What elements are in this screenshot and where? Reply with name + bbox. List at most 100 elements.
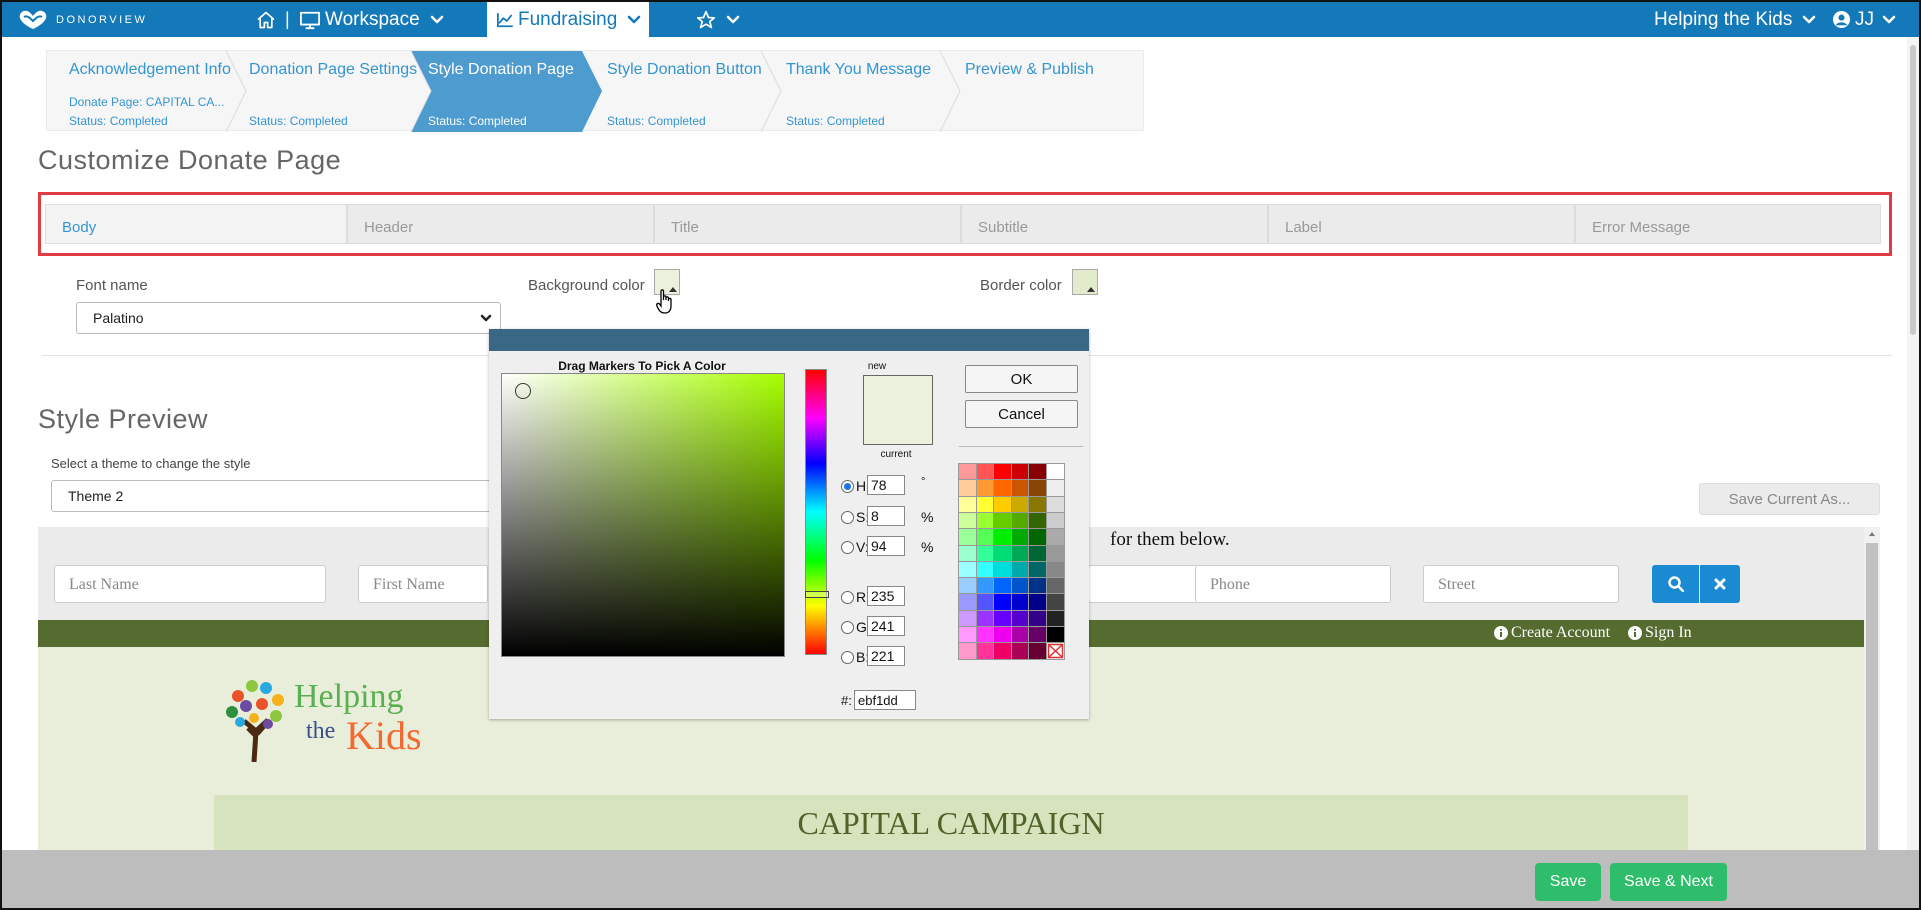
palette-swatch[interactable]: [958, 544, 977, 563]
color-picker-titlebar[interactable]: [489, 329, 1089, 351]
save-button[interactable]: Save: [1535, 863, 1601, 901]
palette-swatch[interactable]: [1010, 511, 1030, 530]
green-input[interactable]: 241: [867, 616, 905, 636]
saturation-input[interactable]: 8: [867, 506, 905, 526]
palette-swatch[interactable]: [1045, 560, 1065, 579]
wizard-step-preview-publish[interactable]: Preview & Publish: [943, 51, 1133, 132]
palette-swatch[interactable]: [958, 528, 977, 547]
sv-marker[interactable]: [515, 383, 531, 399]
palette-swatch[interactable]: [1010, 560, 1030, 579]
palette-swatch[interactable]: [1045, 626, 1065, 644]
page-scrollbar-thumb[interactable]: [1910, 45, 1916, 335]
palette-swatch[interactable]: [975, 528, 995, 547]
tab-subtitle[interactable]: Subtitle: [961, 204, 1268, 244]
theme-select[interactable]: Theme 2: [51, 480, 501, 512]
picker-ok-button[interactable]: OK: [965, 365, 1078, 393]
palette-swatch[interactable]: [1010, 593, 1030, 612]
saturation-radio[interactable]: [841, 510, 854, 524]
palette-swatch[interactable]: [1028, 560, 1047, 579]
red-radio[interactable]: [841, 590, 854, 604]
palette-swatch[interactable]: [993, 609, 1012, 628]
palette-swatch[interactable]: [958, 560, 977, 579]
tab-title[interactable]: Title: [654, 204, 961, 244]
tab-header[interactable]: Header: [347, 204, 654, 244]
palette-swatch[interactable]: [1045, 577, 1065, 596]
palette-swatch[interactable]: [1010, 495, 1030, 514]
first-name-input[interactable]: First Name: [358, 565, 488, 603]
hue-input[interactable]: 78: [867, 475, 905, 495]
palette-swatch[interactable]: [1028, 577, 1047, 596]
hex-input[interactable]: ebf1dd: [854, 690, 916, 710]
palette-swatch[interactable]: [1028, 544, 1047, 563]
last-name-input[interactable]: Last Name: [54, 565, 326, 603]
palette-swatch[interactable]: [1010, 463, 1030, 481]
palette-swatch[interactable]: [975, 626, 995, 644]
wizard-step-acknowledgement[interactable]: Acknowledgement Info Donate Page: CAPITA…: [47, 51, 237, 132]
hue-radio[interactable]: [841, 479, 854, 493]
palette-swatch[interactable]: [958, 463, 977, 481]
hue-marker[interactable]: [805, 591, 829, 598]
workspace-menu[interactable]: Workspace: [299, 2, 444, 37]
palette-swatch[interactable]: [958, 495, 977, 514]
palette-swatch[interactable]: [993, 626, 1012, 644]
palette-swatch[interactable]: [1045, 495, 1065, 514]
palette-swatch[interactable]: [1045, 479, 1065, 498]
palette-swatch[interactable]: [993, 642, 1012, 661]
wizard-step-style-donation-page[interactable]: Style Donation Page Status: Completed: [406, 51, 591, 132]
brand-logo[interactable]: DONORVIEW: [16, 2, 147, 37]
palette-swatch[interactable]: [975, 560, 995, 579]
no-color-swatch[interactable]: [1045, 642, 1065, 661]
palette-swatch[interactable]: [993, 528, 1012, 547]
clear-search-button[interactable]: [1700, 565, 1740, 603]
tab-error-message[interactable]: Error Message: [1575, 204, 1881, 244]
palette-swatch[interactable]: [1010, 609, 1030, 628]
palette-swatch[interactable]: [1010, 577, 1030, 596]
create-account-link[interactable]: Create Account: [1494, 624, 1610, 642]
palette-swatch[interactable]: [975, 642, 995, 661]
phone-input[interactable]: Phone: [1195, 565, 1391, 603]
preview-scrollbar[interactable]: [1864, 527, 1880, 852]
border-color-swatch[interactable]: [1072, 269, 1098, 295]
home-button[interactable]: [256, 2, 276, 37]
palette-swatch[interactable]: [1010, 544, 1030, 563]
palette-swatch[interactable]: [958, 593, 977, 612]
palette-swatch[interactable]: [1010, 479, 1030, 498]
palette-swatch[interactable]: [958, 511, 977, 530]
palette-swatch[interactable]: [975, 609, 995, 628]
tab-label[interactable]: Label: [1268, 204, 1575, 244]
value-input[interactable]: 94: [867, 536, 905, 556]
wizard-step-thank-you-message[interactable]: Thank You Message Status: Completed: [764, 51, 949, 132]
palette-swatch[interactable]: [993, 479, 1012, 498]
palette-swatch[interactable]: [1045, 511, 1065, 530]
wizard-step-style-donation-button[interactable]: Style Donation Button Status: Completed: [585, 51, 770, 132]
palette-swatch[interactable]: [975, 577, 995, 596]
page-scrollbar[interactable]: [1907, 37, 1919, 850]
street-input[interactable]: Street: [1423, 565, 1619, 603]
palette-swatch[interactable]: [958, 479, 977, 498]
palette-swatch[interactable]: [1045, 593, 1065, 612]
palette-swatch[interactable]: [975, 511, 995, 530]
blue-input[interactable]: 221: [867, 646, 905, 666]
scrollbar-thumb[interactable]: [1866, 543, 1878, 852]
blue-radio[interactable]: [841, 650, 854, 664]
saturation-value-area[interactable]: [501, 373, 785, 657]
palette-swatch[interactable]: [1028, 511, 1047, 530]
red-input[interactable]: 235: [867, 586, 905, 606]
palette-swatch[interactable]: [993, 495, 1012, 514]
font-name-select[interactable]: Palatino: [76, 302, 501, 334]
palette-swatch[interactable]: [1010, 528, 1030, 547]
palette-swatch[interactable]: [993, 463, 1012, 481]
palette-swatch[interactable]: [1045, 528, 1065, 547]
palette-swatch[interactable]: [1028, 495, 1047, 514]
palette-swatch[interactable]: [975, 593, 995, 612]
picker-cancel-button[interactable]: Cancel: [965, 400, 1078, 428]
favorites-menu[interactable]: [696, 2, 740, 37]
sign-in-link[interactable]: Sign In: [1628, 624, 1692, 642]
palette-swatch[interactable]: [993, 593, 1012, 612]
palette-swatch[interactable]: [1010, 626, 1030, 644]
palette-swatch[interactable]: [1028, 593, 1047, 612]
palette-swatch[interactable]: [993, 577, 1012, 596]
palette-swatch[interactable]: [958, 626, 977, 644]
palette-swatch[interactable]: [1028, 626, 1047, 644]
hue-slider[interactable]: [805, 369, 829, 655]
